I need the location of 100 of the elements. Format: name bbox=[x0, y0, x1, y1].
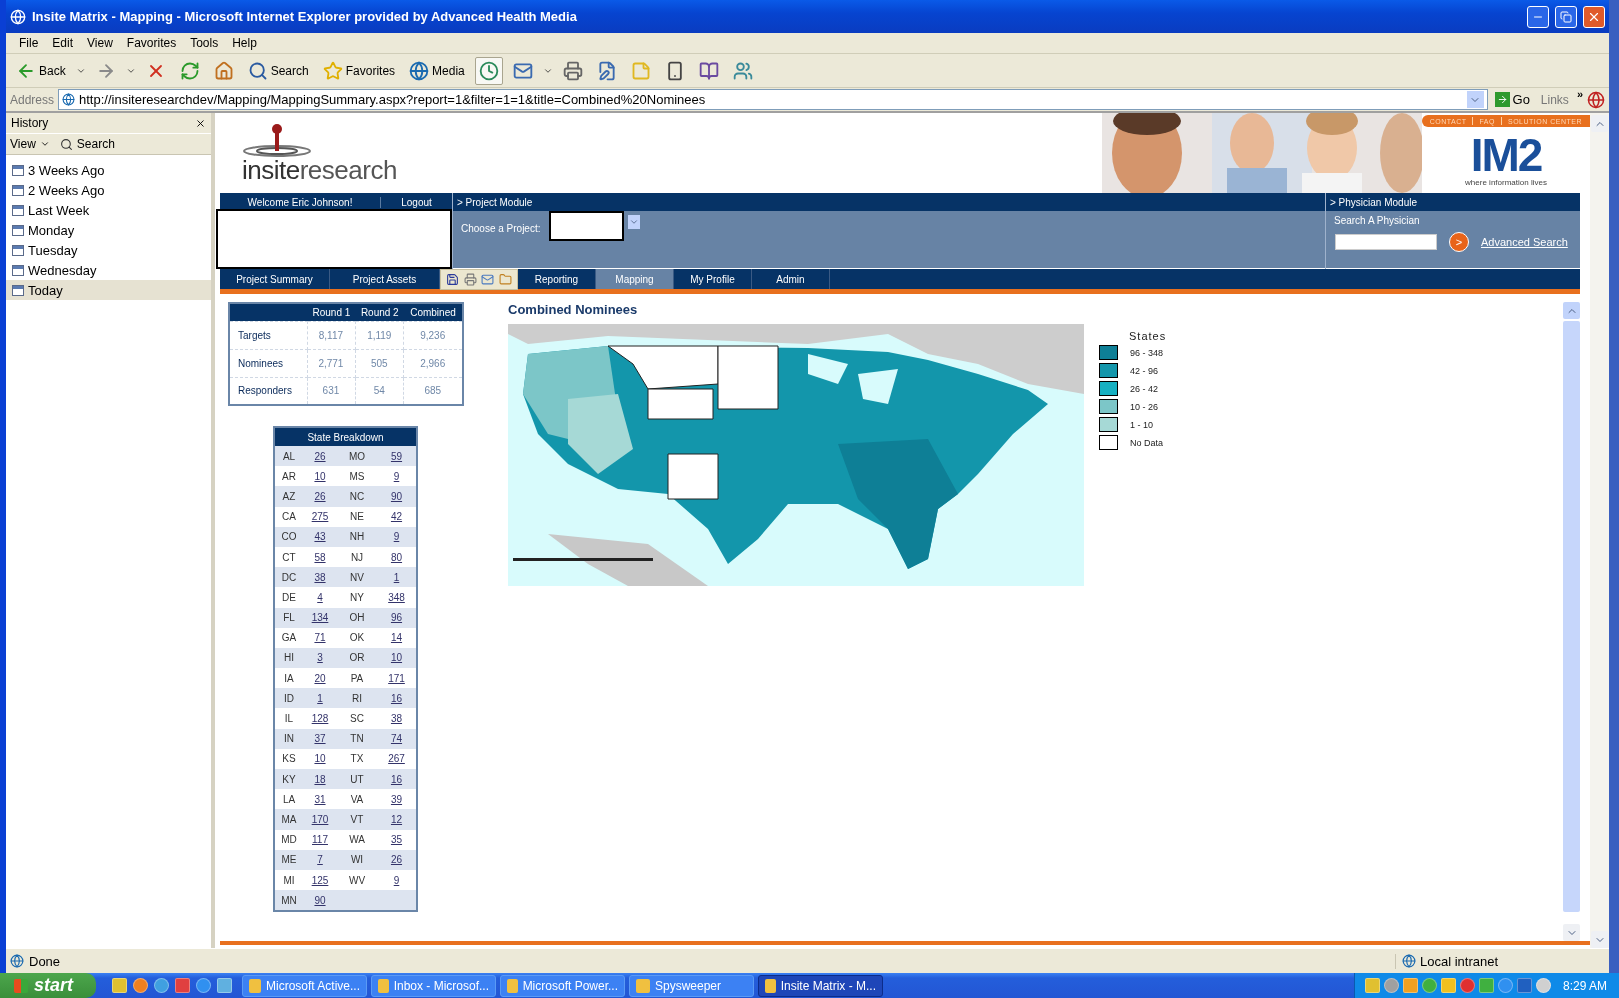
count-link[interactable]: 31 bbox=[303, 793, 337, 805]
taskbar-button[interactable]: Insite Matrix - M... bbox=[758, 974, 883, 997]
tray-icon[interactable] bbox=[1516, 978, 1532, 993]
menu-item[interactable]: Tools bbox=[183, 36, 226, 50]
go-button[interactable]: Go bbox=[1491, 92, 1533, 107]
logout-link[interactable]: Logout bbox=[380, 196, 452, 208]
count-link[interactable]: 80 bbox=[377, 551, 416, 563]
count-link[interactable]: 9 bbox=[377, 874, 416, 886]
app-icon[interactable] bbox=[196, 978, 211, 993]
save-icon[interactable] bbox=[446, 273, 460, 286]
count-link[interactable]: 39 bbox=[377, 793, 416, 805]
count-link[interactable]: 18 bbox=[303, 773, 337, 785]
scroll-up-icon[interactable] bbox=[1591, 115, 1608, 132]
count-link[interactable]: 90 bbox=[377, 490, 416, 502]
app-icon[interactable] bbox=[175, 978, 190, 993]
history-item[interactable]: Wednesday bbox=[6, 260, 211, 280]
tray-icon[interactable] bbox=[1364, 978, 1380, 993]
tray-icon[interactable] bbox=[1383, 978, 1399, 993]
count-link[interactable]: 14 bbox=[377, 632, 416, 644]
count-link[interactable]: 35 bbox=[377, 834, 416, 846]
minimize-button[interactable] bbox=[1527, 5, 1549, 28]
taskbar-button[interactable]: Spysweeper bbox=[629, 974, 754, 997]
count-link[interactable]: 9 bbox=[377, 531, 416, 543]
taskbar-button[interactable]: Inbox - Microsof... bbox=[371, 974, 496, 997]
dropdown-icon[interactable] bbox=[627, 215, 640, 229]
count-link[interactable]: 26 bbox=[377, 854, 416, 866]
more-button[interactable]: » bbox=[1576, 88, 1583, 100]
count-link[interactable]: 267 bbox=[377, 753, 416, 765]
menu-item[interactable]: Help bbox=[225, 36, 264, 50]
count-link[interactable]: 90 bbox=[303, 894, 337, 906]
count-link[interactable]: 125 bbox=[303, 874, 337, 886]
history-item[interactable]: Monday bbox=[6, 220, 211, 240]
count-link[interactable]: 1 bbox=[377, 571, 416, 583]
count-link[interactable]: 348 bbox=[377, 591, 416, 603]
count-link[interactable]: 9 bbox=[377, 470, 416, 482]
history-item[interactable]: 3 Weeks Ago bbox=[6, 160, 211, 180]
folder-icon[interactable] bbox=[498, 273, 512, 286]
back-button[interactable]: Back bbox=[12, 56, 70, 85]
count-link[interactable]: 26 bbox=[303, 450, 337, 462]
physician-search-field[interactable] bbox=[1335, 234, 1437, 250]
count-link[interactable]: 12 bbox=[377, 813, 416, 825]
count-link[interactable]: 4 bbox=[303, 591, 337, 603]
taskbar-button[interactable]: Microsoft Power... bbox=[500, 974, 625, 997]
count-link[interactable]: 117 bbox=[303, 834, 337, 846]
count-link[interactable]: 128 bbox=[303, 713, 337, 725]
count-link[interactable]: 16 bbox=[377, 773, 416, 785]
restore-button[interactable] bbox=[1555, 5, 1577, 28]
count-link[interactable]: 71 bbox=[303, 632, 337, 644]
tray-icon[interactable] bbox=[1402, 978, 1418, 993]
count-link[interactable]: 275 bbox=[303, 511, 337, 523]
count-link[interactable]: 20 bbox=[303, 672, 337, 684]
tray-icon[interactable] bbox=[1497, 978, 1513, 993]
scroll-up-icon[interactable] bbox=[1563, 302, 1580, 319]
nav-tab[interactable]: Mapping bbox=[596, 269, 674, 289]
menu-item[interactable]: Edit bbox=[45, 36, 81, 50]
count-link[interactable]: 58 bbox=[303, 551, 337, 563]
count-link[interactable]: 7 bbox=[303, 854, 337, 866]
taskbar-button[interactable]: Microsoft Active... bbox=[242, 974, 367, 997]
history-item[interactable]: Today bbox=[6, 280, 211, 300]
close-button[interactable] bbox=[1583, 5, 1605, 28]
count-link[interactable]: 38 bbox=[303, 571, 337, 583]
count-link[interactable]: 16 bbox=[377, 692, 416, 704]
menu-item[interactable]: View bbox=[80, 36, 120, 50]
close-icon[interactable] bbox=[195, 117, 206, 129]
history-item[interactable]: Tuesday bbox=[6, 240, 211, 260]
menu-item[interactable]: File bbox=[12, 36, 46, 50]
history-item[interactable]: Last Week bbox=[6, 200, 211, 220]
app-icon[interactable] bbox=[154, 978, 169, 993]
tray-icon[interactable] bbox=[1535, 978, 1551, 993]
printer-icon[interactable] bbox=[463, 273, 477, 286]
count-link[interactable]: 134 bbox=[303, 612, 337, 624]
project-select[interactable] bbox=[548, 211, 624, 241]
address-field[interactable]: http://insiteresearchdev/Mapping/MappingSummary.aspx?report=1&filter=1=1&title=Combined%20Nominees bbox=[58, 89, 1488, 110]
history-button[interactable] bbox=[474, 56, 503, 85]
tray-icon[interactable] bbox=[1459, 978, 1475, 993]
count-link[interactable]: 10 bbox=[303, 753, 337, 765]
advanced-search-link[interactable]: Advanced Search bbox=[1481, 236, 1568, 248]
count-link[interactable]: 10 bbox=[303, 470, 337, 482]
count-link[interactable]: 96 bbox=[377, 612, 416, 624]
menu-item[interactable]: Favorites bbox=[119, 36, 184, 50]
count-link[interactable]: 59 bbox=[377, 450, 416, 462]
count-link[interactable]: 1 bbox=[303, 692, 337, 704]
count-link[interactable]: 10 bbox=[377, 652, 416, 664]
view-button[interactable]: View bbox=[10, 137, 50, 151]
favorites-button[interactable]: Favorites bbox=[318, 56, 400, 85]
scrollbar-thumb[interactable] bbox=[1563, 321, 1580, 912]
tray-icon[interactable] bbox=[1440, 978, 1456, 993]
search-button[interactable]: Search bbox=[243, 56, 313, 85]
mail-icon[interactable] bbox=[481, 273, 495, 286]
links-button[interactable]: Links bbox=[1536, 92, 1573, 107]
count-link[interactable]: 3 bbox=[303, 652, 337, 664]
count-link[interactable]: 38 bbox=[377, 713, 416, 725]
count-link[interactable]: 74 bbox=[377, 733, 416, 745]
history-item[interactable]: 2 Weeks Ago bbox=[6, 180, 211, 200]
count-link[interactable]: 37 bbox=[303, 733, 337, 745]
count-link[interactable]: 170 bbox=[303, 813, 337, 825]
tray-icon[interactable] bbox=[1421, 978, 1437, 993]
tray-icon[interactable] bbox=[1478, 978, 1494, 993]
scroll-down-icon[interactable] bbox=[1563, 924, 1580, 941]
dropdown-icon[interactable] bbox=[1466, 91, 1484, 108]
